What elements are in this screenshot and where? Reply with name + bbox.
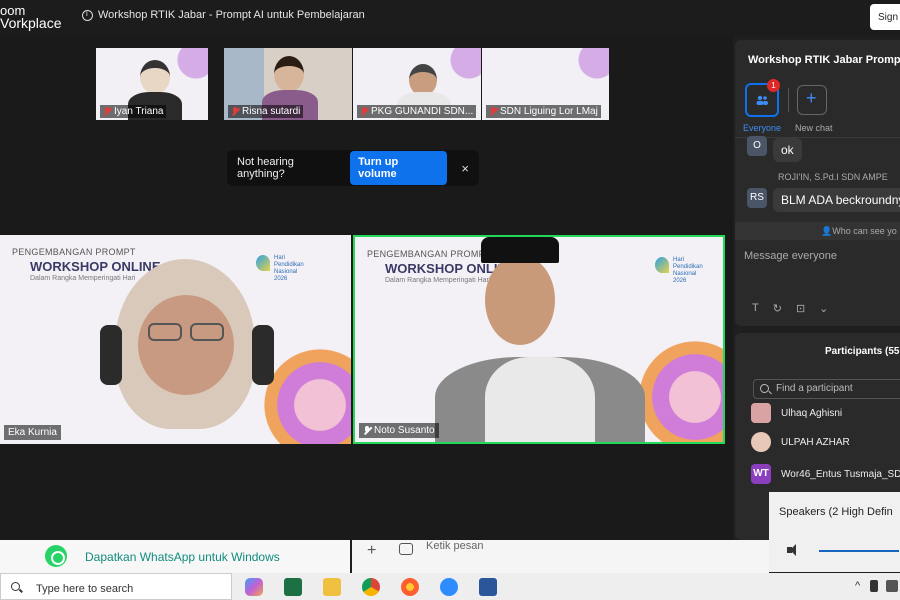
file-icon[interactable]: ⊡ <box>796 302 805 315</box>
speaker-muted-icon[interactable] <box>787 544 801 556</box>
hardiknas-logo-icon <box>256 255 270 271</box>
chrome-icon[interactable] <box>362 578 380 596</box>
battery-icon[interactable] <box>870 580 878 592</box>
whatsapp-banner[interactable]: Dapatkan WhatsApp untuk Windows <box>0 540 350 573</box>
participants-title: Participants (55 <box>825 346 900 357</box>
zoom-icon[interactable] <box>440 578 458 596</box>
sign-in-button[interactable]: Sign <box>870 4 900 30</box>
participant-thumbnail[interactable]: PKG GUNANDI SDN... <box>353 48 481 120</box>
chat-panel: Workshop RTIK Jabar Prompt 1 Everyone Ne… <box>735 40 900 326</box>
message-compose-bar: + Ketik pesan <box>352 540 769 573</box>
screenshot-icon[interactable]: ↻ <box>773 302 782 315</box>
whatsapp-icon <box>45 545 67 567</box>
speaker-device-label[interactable]: Speakers (2 High Defin <box>779 506 893 518</box>
text-format-icon[interactable]: T <box>752 302 759 315</box>
mic-icon <box>363 426 371 435</box>
participant-search-input[interactable]: Find a participant <box>753 379 900 399</box>
participant-thumbnail[interactable]: Iyan Triana <box>96 48 208 120</box>
message-input[interactable]: Message everyone <box>744 250 837 262</box>
avatar: RS <box>747 188 767 208</box>
meeting-title[interactable]: Workshop RTIK Jabar - Prompt AI untuk Pe… <box>82 9 365 21</box>
taskbar-search[interactable]: Type here to search <box>0 573 232 600</box>
avatar: O <box>747 136 767 156</box>
windows-taskbar: Type here to search ^ <box>0 573 900 600</box>
hardiknas-logo-icon <box>655 257 669 273</box>
plus-icon[interactable]: + <box>367 542 376 560</box>
headphones-icon <box>100 325 122 385</box>
mic-muted-icon <box>103 107 111 116</box>
search-icon <box>760 384 769 393</box>
sticker-icon[interactable] <box>399 543 413 555</box>
peci-cap <box>481 237 559 263</box>
speaker-popup: Speakers (2 High Defin <box>769 492 900 572</box>
people-icon: 👤 <box>821 226 833 236</box>
chevron-down-icon[interactable]: ⌄ <box>819 302 828 315</box>
video-area: Iyan Triana Risna sutardi PKG GUNANDI SD… <box>0 36 733 540</box>
search-icon <box>11 582 20 591</box>
unread-badge: 1 <box>767 79 780 92</box>
mic-muted-icon <box>231 107 239 116</box>
participant-row[interactable]: WT Wor46_Entus Tusmaja_SD <box>751 464 900 484</box>
people-icon <box>756 95 768 105</box>
video-tile[interactable]: PENGEMBANGAN PROMPT WORKSHOP ONLINE Dala… <box>0 235 351 444</box>
chat-sender: ROJI'IN, S.Pd.I SDN AMPE <box>778 172 888 182</box>
toast-close-button[interactable]: × <box>461 161 469 176</box>
turn-up-volume-button[interactable]: Turn up volume <box>350 151 448 185</box>
chat-title: Workshop RTIK Jabar Prompt <box>748 54 900 66</box>
audio-toast: Not hearing anything? Turn up volume × <box>227 150 479 186</box>
tray-up-icon[interactable]: ^ <box>855 580 860 592</box>
file-explorer-icon[interactable] <box>323 578 341 596</box>
participant-row[interactable]: ULPAH AZHAR <box>751 432 850 452</box>
participant-row[interactable]: Ulhaq Aghisni <box>751 403 842 423</box>
participant-thumbnail[interactable]: SDN Liguing Lor LMaj <box>482 48 609 120</box>
participant-thumbnail[interactable]: Risna sutardi <box>224 48 352 120</box>
volume-slider[interactable] <box>819 550 899 552</box>
info-icon[interactable] <box>82 9 93 21</box>
video-tile-active-speaker[interactable]: PENGEMBANGAN PROMPT AJARAN WORKSHOP ONLI… <box>353 235 725 444</box>
firefox-icon[interactable] <box>401 578 419 596</box>
mic-muted-icon <box>360 107 368 116</box>
title-bar: oom Vorkplace Workshop RTIK Jabar - Prom… <box>0 0 900 36</box>
app-brand: oom Vorkplace <box>0 3 62 31</box>
avatar <box>751 403 771 423</box>
format-toolbar: T ↻ ⊡ ⌄ <box>752 302 828 315</box>
chat-message: ok <box>773 138 802 162</box>
copilot-icon[interactable] <box>245 578 263 596</box>
avatar <box>751 432 771 452</box>
who-can-see-bar[interactable]: 👤Who can see yo <box>735 222 900 240</box>
network-icon[interactable] <box>886 580 898 592</box>
excel-icon[interactable] <box>284 578 302 596</box>
mic-muted-icon <box>489 107 497 116</box>
chat-message: BLM ADA beckroundny <box>773 188 900 212</box>
compose-input[interactable]: Ketik pesan <box>426 540 483 552</box>
new-chat-button[interactable] <box>797 85 827 115</box>
avatar: WT <box>751 464 771 484</box>
word-icon[interactable] <box>479 578 497 596</box>
